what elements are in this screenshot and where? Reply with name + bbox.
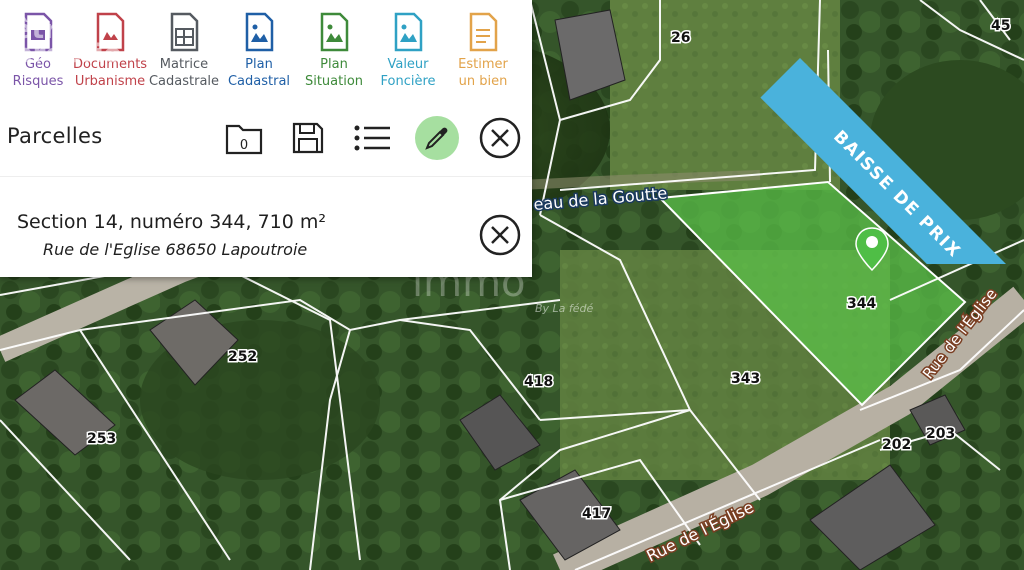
parcel-number: 202: [882, 437, 911, 453]
parcel-number: 418: [524, 374, 553, 390]
tool-label: un bien: [458, 74, 508, 89]
tool-label: Foncière: [380, 74, 436, 89]
save-icon: [292, 122, 324, 154]
tool-label: Urbanisme: [74, 74, 146, 89]
tool-label: Géo: [24, 57, 52, 72]
tool-label: Estimer: [458, 57, 508, 72]
folder-button[interactable]: 0: [222, 116, 266, 160]
parcel-section-info: Section 14, numéro 344, 710 m²: [17, 211, 327, 233]
tool-plan-situation[interactable]: Plan Situation: [296, 12, 372, 90]
parcel-number: 417: [582, 506, 611, 522]
parcel-number: 343: [731, 371, 760, 387]
tool-label: Risques: [12, 74, 64, 89]
parcel-number: 26: [671, 30, 690, 46]
remove-parcel-button[interactable]: [478, 213, 522, 257]
tool-documents-urbanisme[interactable]: Documents Urbanisme: [72, 12, 148, 90]
folder-icon: 0: [225, 124, 263, 155]
map-document-icon: [320, 12, 349, 52]
brand-watermark-sub: By La fédé: [535, 302, 594, 315]
parcel-number: 344: [847, 296, 876, 312]
parcel-number: 253: [87, 431, 116, 447]
list-button[interactable]: [350, 116, 394, 160]
close-icon: [479, 117, 521, 159]
map-document-icon: [245, 12, 274, 52]
pipette-button[interactable]: [415, 116, 459, 160]
close-icon: [479, 214, 521, 256]
map-document-icon: [394, 12, 423, 52]
table-document-icon: [170, 12, 199, 52]
tool-label: Plan: [245, 57, 273, 72]
tool-label: Cadastrale: [148, 74, 220, 89]
tool-plan-cadastral[interactable]: Plan Cadastral: [221, 12, 297, 90]
list-icon: [354, 125, 390, 151]
parcel-number: 45: [991, 18, 1010, 34]
parcelles-title: Parcelles: [7, 124, 103, 148]
cadastre-panel: Géo Risques Documents Urbanisme Matrice …: [0, 0, 532, 277]
folder-count: 0: [240, 138, 248, 153]
tool-label: Documents: [72, 57, 148, 72]
tool-geo-risques[interactable]: Géo Risques: [0, 12, 76, 90]
document-icon: [24, 12, 53, 52]
divider: [0, 176, 532, 177]
pipette-icon: [425, 127, 448, 150]
save-button[interactable]: [286, 116, 330, 160]
parcel-number: 203: [926, 426, 955, 442]
tool-valeur-fonciere[interactable]: Valeur Foncière: [370, 12, 446, 90]
parcel-number: 252: [228, 349, 257, 365]
tool-label: Cadastral: [227, 74, 291, 89]
tool-label: Matrice: [159, 57, 209, 72]
meadow: [610, 0, 840, 190]
tool-matrice-cadastrale[interactable]: Matrice Cadastrale: [146, 12, 222, 90]
parcel-address: Rue de l'Eglise 68650 Lapoutroie: [43, 240, 308, 259]
close-panel-button[interactable]: [478, 116, 522, 160]
tool-label: Situation: [304, 74, 364, 89]
tool-label: Plan: [320, 57, 348, 72]
tool-label: Valeur: [387, 57, 429, 72]
text-document-icon: [469, 12, 498, 52]
document-icon: [96, 12, 125, 52]
tool-estimer-un-bien[interactable]: Estimer un bien: [445, 12, 521, 90]
